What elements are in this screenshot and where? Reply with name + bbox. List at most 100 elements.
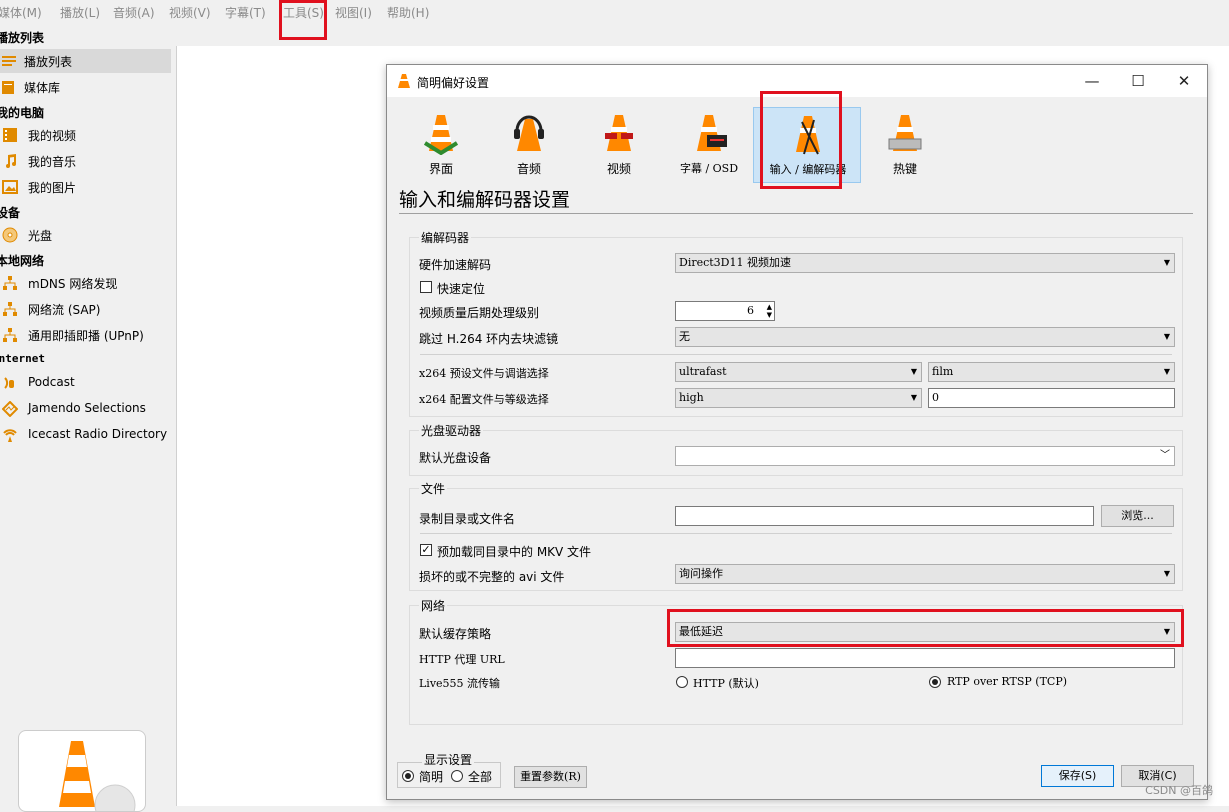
default-disc-label: 默认光盘设备 xyxy=(419,451,492,465)
audio-headphones-icon xyxy=(514,115,544,151)
record-dir-input[interactable] xyxy=(675,506,1094,526)
fast-seek-label: 快速定位 xyxy=(437,282,486,296)
sidebar-item-label: Icecast Radio Directory xyxy=(28,427,168,441)
sidebar-item-playlist[interactable]: 播放列表 xyxy=(0,49,171,73)
menu-view[interactable]: 视图(I) xyxy=(335,4,372,21)
hotkeys-icon xyxy=(888,115,922,151)
sidebar-item-mdns[interactable]: mDNS 网络发现 xyxy=(0,271,171,295)
h264-skip-label: 跳过 H.264 环内去块滤镜 xyxy=(419,332,559,346)
sidebar: 播放列表 播放列表 媒体库 我的电脑 我的视频 我的音乐 我的图片 设备 光盘 … xyxy=(0,24,176,806)
x264-tune-select[interactable]: film ▼ xyxy=(928,362,1175,382)
sidebar-item-label: mDNS 网络发现 xyxy=(28,277,118,291)
sidebar-item-upnp[interactable]: 通用即插即播 (UPnP) xyxy=(0,323,171,347)
rtp-over-rtsp-radio[interactable] xyxy=(929,676,941,688)
save-button[interactable]: 保存(S) xyxy=(1041,765,1114,787)
broken-avi-label: 损坏的或不完整的 avi 文件 xyxy=(419,570,565,584)
sidebar-item-my-music[interactable]: 我的音乐 xyxy=(0,149,171,173)
video-glasses-icon xyxy=(605,115,633,151)
sidebar-item-my-pictures[interactable]: 我的图片 xyxy=(0,175,171,199)
simple-view-label: 简明 xyxy=(419,770,444,784)
postproc-label: 视频质量后期处理级别 xyxy=(419,306,540,320)
title-divider xyxy=(399,213,1193,214)
interface-cone-icon xyxy=(423,115,459,155)
http-proxy-label: HTTP 代理 URL xyxy=(419,653,505,666)
default-disc-select[interactable]: ﹀ xyxy=(675,446,1175,466)
reset-preferences-button[interactable]: 重置参数(R) xyxy=(514,766,587,788)
tab-subtitles-osd[interactable]: 字幕 / OSD xyxy=(655,107,763,183)
menu-playback[interactable]: 播放(L) xyxy=(60,4,100,21)
disc-icon xyxy=(2,227,18,243)
x264-preset-value: ultrafast xyxy=(679,365,727,378)
dropdown-arrow-icon: ▼ xyxy=(1163,332,1170,341)
h264-skip-select[interactable]: 无 ▼ xyxy=(675,327,1175,347)
section-title: 输入和编解码器设置 xyxy=(399,189,571,211)
sidebar-item-icecast[interactable]: Icecast Radio Directory xyxy=(0,423,171,447)
menu-media[interactable]: 媒体(M) xyxy=(0,4,42,21)
menu-help[interactable]: 帮助(H) xyxy=(387,4,429,21)
sidebar-item-label: 网络流 (SAP) xyxy=(28,303,101,317)
cache-policy-label: 默认缓存策略 xyxy=(419,627,492,641)
watermark: CSDN @百鸽 xyxy=(1145,784,1213,797)
fast-seek-checkbox[interactable] xyxy=(420,281,432,293)
mkv-preload-checkbox[interactable]: ✓ xyxy=(420,544,432,556)
sidebar-item-label: Podcast xyxy=(28,375,75,389)
hw-decoding-select[interactable]: Direct3D11 视频加速 ▼ xyxy=(675,253,1175,273)
http-radio[interactable] xyxy=(676,676,688,688)
podcast-icon xyxy=(4,377,14,389)
music-note-icon xyxy=(6,154,16,168)
x264-profile-value: high xyxy=(679,391,704,404)
rtp-over-rtsp-label: RTP over RTSP (TCP) xyxy=(947,675,1068,688)
sidebar-item-sap[interactable]: 网络流 (SAP) xyxy=(0,297,171,321)
chevron-down-icon: ﹀ xyxy=(1160,450,1170,461)
sidebar-item-podcast[interactable]: Podcast xyxy=(0,371,171,395)
group-title: 文件 xyxy=(419,480,448,497)
http-proxy-input[interactable] xyxy=(675,648,1175,668)
simple-view-radio[interactable] xyxy=(402,770,414,782)
jamendo-icon xyxy=(2,401,18,417)
subtitles-icon xyxy=(697,115,727,151)
sidebar-item-disc[interactable]: 光盘 xyxy=(0,223,171,247)
dialog-title: 简明偏好设置 xyxy=(417,76,490,90)
menu-subtitle[interactable]: 字幕(T) xyxy=(225,4,266,21)
all-view-radio[interactable] xyxy=(451,770,463,782)
x264-profile-select[interactable]: high ▼ xyxy=(675,388,922,408)
sidebar-item-label: Jamendo Selections xyxy=(28,401,146,415)
picture-icon xyxy=(2,180,18,194)
dropdown-arrow-icon: ▼ xyxy=(1163,367,1170,376)
x264-level-value: 0 xyxy=(932,391,939,404)
highlight-input-codecs-tab xyxy=(760,91,842,189)
sidebar-item-jamendo[interactable]: Jamendo Selections xyxy=(0,397,171,421)
x264-level-input[interactable]: 0 xyxy=(928,388,1175,408)
menu-bar: 媒体(M) 播放(L) 音频(A) 视频(V) 字幕(T) 工具(S) 视图(I… xyxy=(0,0,1229,22)
dropdown-arrow-icon: ▼ xyxy=(910,393,917,402)
highlight-tools-menu xyxy=(279,0,327,40)
sidebar-item-my-videos[interactable]: 我的视频 xyxy=(0,123,171,147)
x264-profile-label: x264 配置文件与等级选择 xyxy=(419,393,549,406)
group-title: 网络 xyxy=(419,597,448,614)
tab-hotkeys[interactable]: 热键 xyxy=(851,107,959,183)
display-settings-group: 显示设置 简明 全部 xyxy=(397,751,501,788)
vlc-cone-art xyxy=(18,730,146,812)
x264-tune-value: film xyxy=(932,365,954,378)
menu-audio[interactable]: 音频(A) xyxy=(113,4,155,21)
radio-icon xyxy=(3,429,17,442)
h264-skip-value: 无 xyxy=(679,330,690,343)
minimize-button[interactable]: — xyxy=(1069,65,1115,97)
tab-label: 字幕 / OSD xyxy=(679,162,739,175)
maximize-button[interactable]: ☐ xyxy=(1115,65,1161,97)
x264-preset-select[interactable]: ultrafast ▼ xyxy=(675,362,922,382)
postproc-spinbox[interactable]: 6 ▲ ▼ xyxy=(675,301,775,321)
vlc-cone-icon xyxy=(59,741,136,811)
spin-arrows-icon[interactable]: ▲ ▼ xyxy=(767,303,772,319)
broken-avi-select[interactable]: 询问操作 ▼ xyxy=(675,564,1175,584)
sidebar-item-media-library[interactable]: 媒体库 xyxy=(0,75,171,99)
close-button[interactable]: ✕ xyxy=(1161,65,1207,97)
menu-video[interactable]: 视频(V) xyxy=(169,4,211,21)
hw-decoding-label: 硬件加速解码 xyxy=(419,258,492,272)
files-group: 文件 录制目录或文件名 浏览... ✓ 预加载同目录中的 MKV 文件 损坏的或… xyxy=(409,480,1183,591)
network-icon xyxy=(3,328,17,342)
live555-label: Live555 流传输 xyxy=(419,677,501,690)
browse-button[interactable]: 浏览... xyxy=(1101,505,1174,527)
record-dir-label: 录制目录或文件名 xyxy=(419,512,516,526)
http-radio-label: HTTP (默认) xyxy=(693,677,759,690)
